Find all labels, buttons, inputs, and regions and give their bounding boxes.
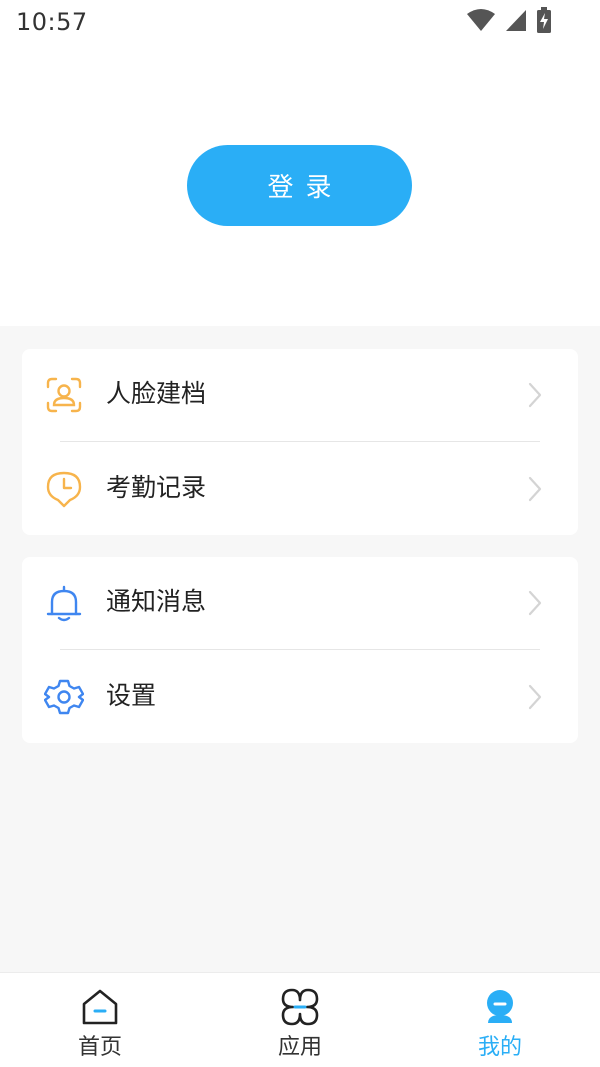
- menu-item-notifications[interactable]: 通知消息: [22, 557, 578, 649]
- nav-item-label: 首页: [77, 1035, 122, 1060]
- nav-item-label: 应用: [277, 1035, 322, 1060]
- gear-icon: [43, 677, 85, 717]
- nav-item-apps[interactable]: 应用: [240, 973, 360, 1067]
- menu-area: 人脸建档 考勤记录 通知消息 设置: [0, 326, 600, 972]
- status-icons: [466, 7, 552, 37]
- menu-item-label: 考勤记录: [106, 473, 207, 502]
- menu-item-face-profile[interactable]: 人脸建档: [22, 349, 578, 441]
- bell-icon: [44, 583, 84, 623]
- cellular-signal-icon: [504, 8, 528, 36]
- battery-charging-icon: [536, 7, 552, 37]
- menu-card-system: 通知消息 设置: [22, 557, 578, 743]
- divider: [60, 441, 540, 442]
- divider: [60, 649, 540, 650]
- login-button[interactable]: 登录: [187, 145, 412, 226]
- status-time: 10:57: [16, 8, 88, 36]
- chevron-right-icon: [526, 589, 544, 617]
- nav-item-label: 我的: [477, 1035, 522, 1060]
- face-profile-icon: [44, 375, 84, 415]
- chevron-right-icon: [526, 683, 544, 711]
- home-icon: [80, 987, 120, 1027]
- apps-icon: [280, 987, 320, 1027]
- wifi-icon: [466, 8, 496, 36]
- chevron-right-icon: [526, 475, 544, 503]
- menu-item-label: 人脸建档: [106, 379, 207, 408]
- clock-pin-icon: [44, 469, 84, 509]
- profile-header: 登录: [0, 48, 600, 326]
- chevron-right-icon: [526, 381, 544, 409]
- profile-icon: [480, 987, 520, 1027]
- menu-item-label: 通知消息: [106, 587, 207, 616]
- menu-item-settings[interactable]: 设置: [22, 651, 578, 743]
- status-bar: 10:57: [0, 0, 600, 48]
- menu-item-label: 设置: [106, 681, 157, 710]
- nav-item-mine[interactable]: 我的: [440, 973, 560, 1067]
- menu-item-attendance-records[interactable]: 考勤记录: [22, 443, 578, 535]
- menu-card-records: 人脸建档 考勤记录: [22, 349, 578, 535]
- bottom-nav: 首页 应用 我的: [0, 972, 600, 1066]
- nav-item-home[interactable]: 首页: [40, 973, 160, 1067]
